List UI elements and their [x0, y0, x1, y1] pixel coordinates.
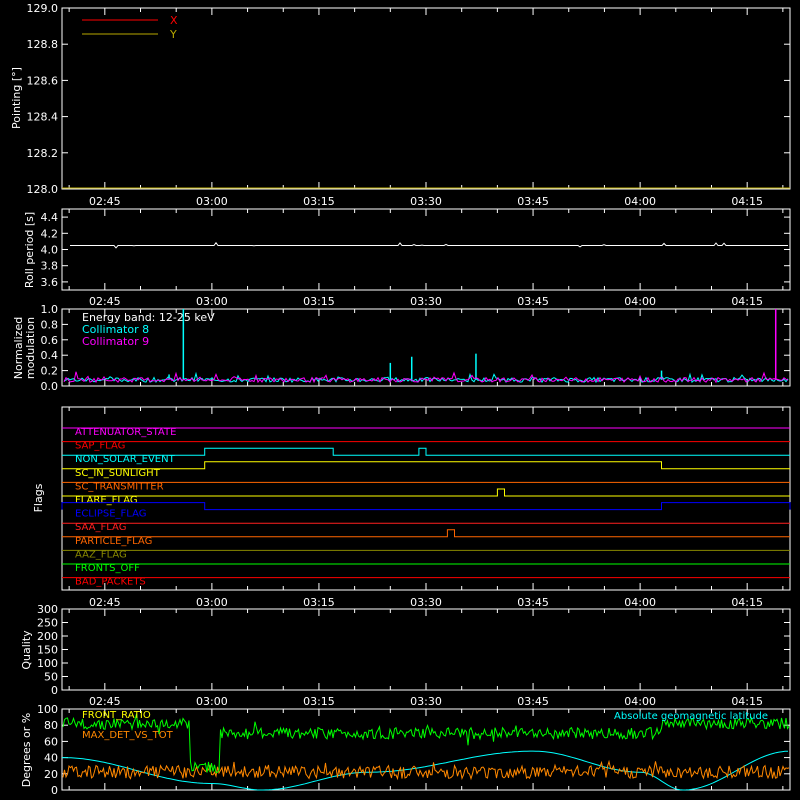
flag-label: SAP_FLAG [75, 441, 125, 452]
x-tick-label: 04:00 [624, 195, 656, 208]
ratios-axis-label: Degrees or % [20, 713, 33, 787]
legend-front-ratio: FRONT_RATIO [82, 710, 151, 721]
modulation-axis-label-2: modulation [24, 317, 37, 379]
y-tick-label: 150 [37, 644, 58, 657]
y-tick-label: 200 [37, 630, 58, 643]
y-tick-label: 0.4 [41, 349, 59, 362]
front-ratio-trace [62, 713, 790, 774]
y-tick-label: 0.6 [41, 334, 59, 347]
flag-label: PARTICLE_FLAG [75, 536, 152, 547]
plot-canvas: 128.0 128.2 128.4 128.6 128.8 129.0 02:45 03:00… [0, 0, 800, 800]
multi-panel-chart: 128.0 128.2 128.4 128.6 128.8 129.0 02:45 03:00… [10, 2, 791, 797]
y-tick-label: 0 [51, 784, 58, 797]
roll-axis-label: Roll period [s] [23, 212, 36, 288]
x-tick-label: 04:15 [731, 195, 763, 208]
x-tick-label: 03:15 [303, 295, 335, 308]
legend-max-det-vs-tot: MAX_DET_VS_TOT [82, 730, 174, 741]
x-tick-label: 03:00 [196, 596, 228, 609]
y-tick-label: 3.6 [41, 276, 59, 289]
roll-panel-frame [61, 208, 791, 291]
legend-x-label: X [170, 14, 178, 27]
x-tick-label: 03:15 [303, 596, 335, 609]
x-tick-label: 03:15 [303, 695, 335, 708]
x-tick-label: 03:45 [517, 195, 549, 208]
x-tick-label: 04:15 [731, 596, 763, 609]
y-tick-label: 40 [44, 752, 58, 765]
x-tick-label: 03:00 [196, 295, 228, 308]
x-tick-label: 04:15 [731, 695, 763, 708]
x-tick-label: 02:45 [89, 195, 121, 208]
flag-label: BAD_PACKETS [75, 577, 146, 588]
x-tick-label: 04:00 [624, 695, 656, 708]
flag-label: ATTENUATOR_STATE [75, 427, 176, 438]
y-tick-label: 0.8 [41, 318, 59, 331]
x-tick-label: 02:45 [89, 295, 121, 308]
x-tick-label: 03:30 [410, 195, 442, 208]
x-tick-label: 03:30 [410, 695, 442, 708]
flag-label: FRONTS_OFF [75, 563, 140, 574]
roll-period-trace [70, 241, 788, 249]
x-tick-label: 02:45 [89, 596, 121, 609]
x-tick-label: 04:00 [624, 295, 656, 308]
x-tick-label: 02:45 [89, 695, 121, 708]
y-tick-label: 3.8 [41, 260, 59, 273]
y-tick-label: 0 [51, 684, 58, 697]
legend-geomagnetic-latitude: Absolute geomagnetic latitude [614, 711, 768, 722]
legend-y-label: Y [169, 28, 177, 41]
y-tick-label: 100 [37, 703, 58, 716]
y-tick-label: 20 [44, 768, 58, 781]
flag-label: SC_IN_SUNLIGHT [75, 468, 161, 479]
flag-label: SAA_FLAG [75, 522, 126, 533]
x-tick-label: 04:00 [624, 596, 656, 609]
quality-axis-label: Quality [20, 630, 33, 670]
y-tick-label: 128.8 [27, 38, 59, 51]
flag-label: NON_SOLAR_EVENT [75, 454, 176, 465]
x-tick-label: 03:45 [517, 596, 549, 609]
y-tick-label: 250 [37, 617, 58, 630]
flags-axis-label: Flags [32, 483, 45, 512]
y-tick-label: 300 [37, 603, 58, 616]
x-tick-label: 03:45 [517, 295, 549, 308]
y-tick-label: 50 [44, 671, 58, 684]
x-tick-label: 03:00 [196, 195, 228, 208]
y-tick-label: 60 [44, 735, 58, 748]
flag-label: SC_TRANSMITTER [75, 481, 164, 492]
y-tick-label: 129.0 [27, 2, 59, 15]
x-tick-label: 03:30 [410, 295, 442, 308]
flag-trace [62, 529, 790, 538]
y-tick-label: 80 [44, 719, 58, 732]
y-tick-label: 1.0 [41, 303, 59, 316]
y-tick-label: 128.0 [27, 183, 59, 196]
y-tick-label: 128.4 [27, 111, 59, 124]
y-tick-label: 128.6 [27, 74, 59, 87]
x-tick-label: 03:30 [410, 596, 442, 609]
y-tick-label: 128.2 [27, 147, 59, 160]
x-tick-label: 04:15 [731, 295, 763, 308]
y-tick-label: 0.2 [41, 365, 59, 378]
y-tick-label: 100 [37, 657, 58, 670]
flag-trace [62, 488, 790, 497]
x-tick-label: 03:45 [517, 695, 549, 708]
y-tick-label: 4.4 [41, 211, 59, 224]
quality-panel-frame [61, 608, 791, 691]
pointing-axis-label: Pointing [°] [10, 67, 23, 129]
y-tick-label: 0.0 [41, 380, 59, 393]
x-tick-label: 03:00 [196, 695, 228, 708]
flag-label: ECLIPSE_FLAG [75, 509, 146, 520]
x-tick-label: 03:15 [303, 195, 335, 208]
legend-collimator-9: Collimator 9 [82, 335, 149, 348]
flag-label: FLARE_FLAG [75, 495, 138, 506]
max-det-vs-tot-trace [62, 759, 790, 781]
y-tick-label: 4.0 [41, 244, 59, 257]
flag-label: AAZ_FLAG [75, 549, 127, 560]
flag-trace [61, 502, 791, 511]
y-tick-label: 4.2 [41, 227, 59, 240]
